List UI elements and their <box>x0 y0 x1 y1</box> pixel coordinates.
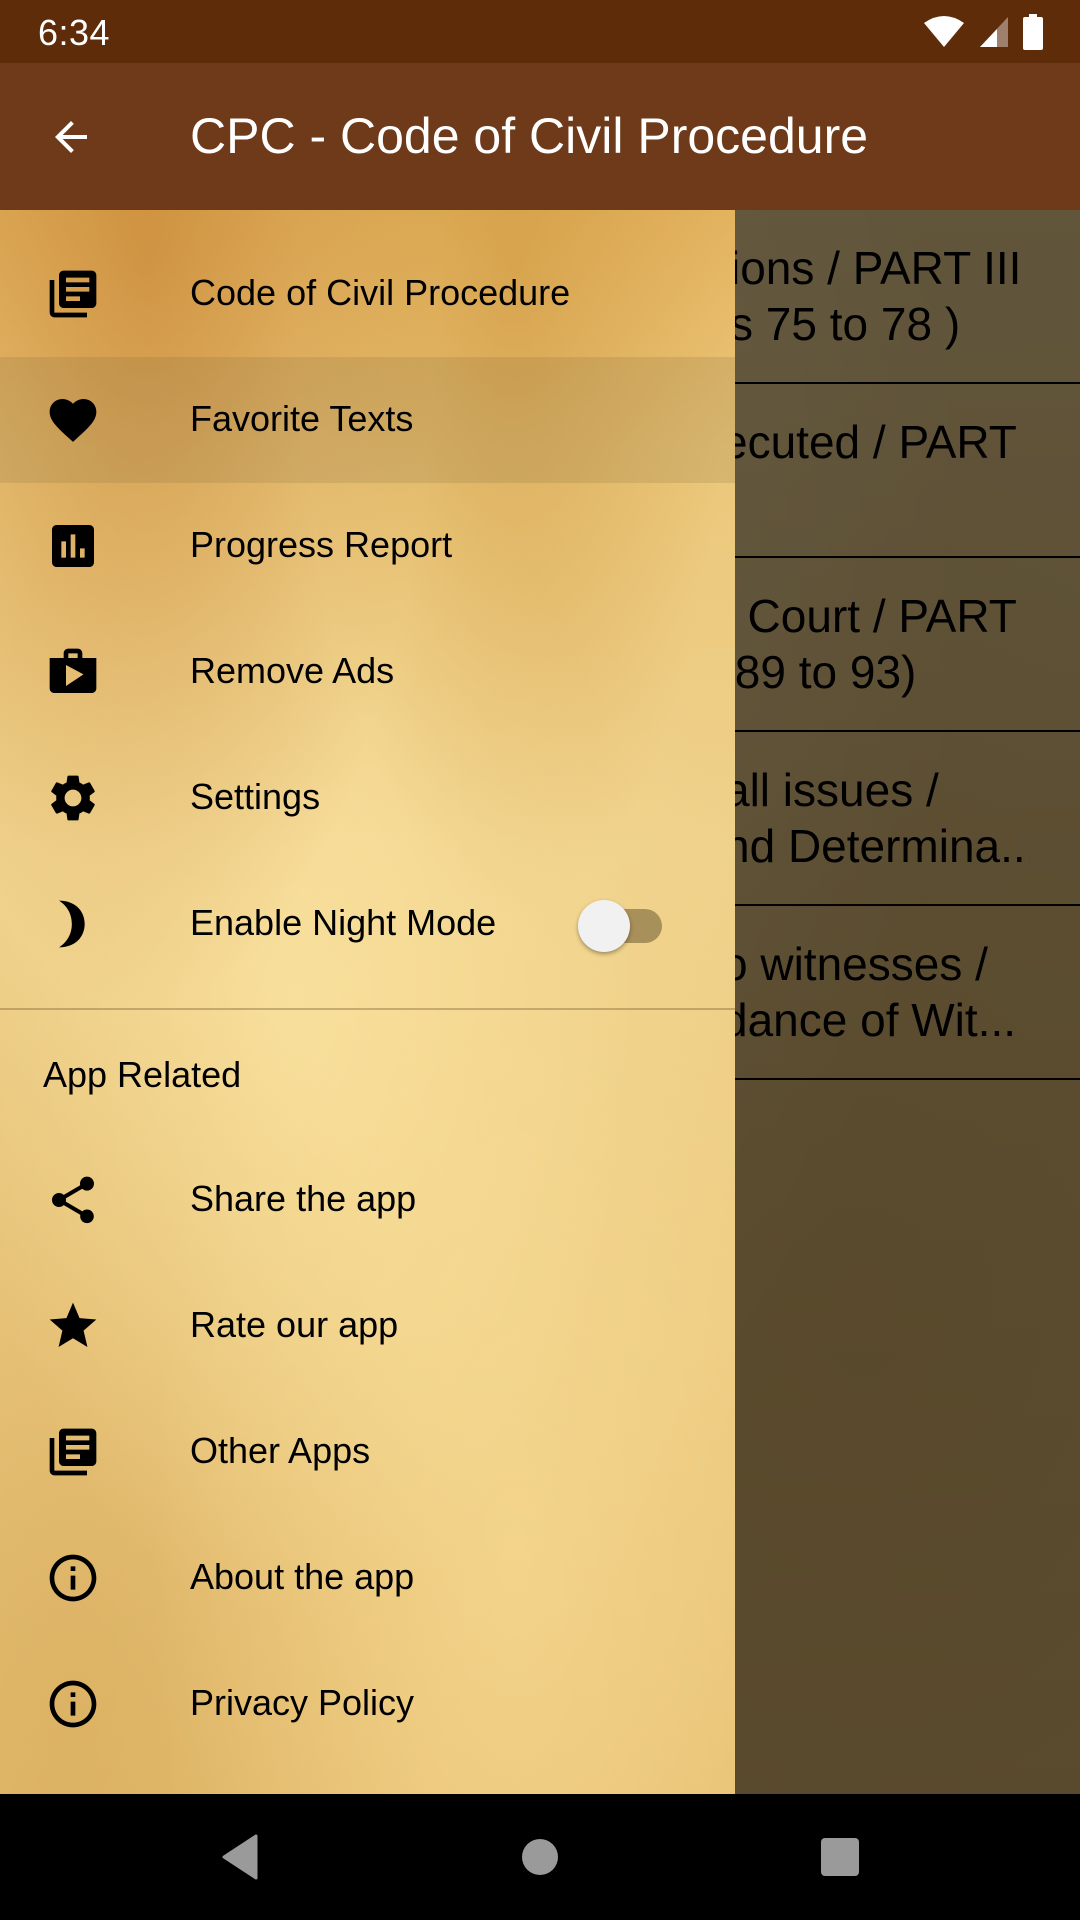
battery-icon <box>1023 14 1043 50</box>
bar-chart-icon <box>45 518 101 574</box>
status-time: 6:34 <box>38 12 111 53</box>
nav-back-button[interactable] <box>210 1827 270 1887</box>
status-icons <box>922 14 1044 50</box>
night-mode-toggle[interactable] <box>578 898 666 954</box>
arrow-back-icon <box>55 121 87 153</box>
back-button[interactable] <box>35 101 107 173</box>
back-triangle-icon <box>222 1834 258 1880</box>
nav-recents-button[interactable] <box>810 1827 870 1887</box>
drawer-item-label: Settings <box>190 776 321 817</box>
share-icon <box>45 1172 101 1228</box>
info-icon <box>45 1676 101 1732</box>
drawer-item-label: Privacy Policy <box>190 1682 415 1723</box>
library-books-icon <box>45 266 101 322</box>
cell-signal-icon <box>980 17 1008 47</box>
nav-home-button[interactable] <box>510 1827 570 1887</box>
star-icon <box>45 1298 101 1354</box>
drawer-item-other-apps[interactable]: Other Apps <box>0 1389 735 1515</box>
heart-icon <box>45 392 101 448</box>
drawer-item-label: About the app <box>190 1556 415 1597</box>
shop-icon <box>45 644 101 700</box>
app-title: CPC - Code of Civil Procedure <box>190 108 869 164</box>
gear-icon <box>45 770 101 826</box>
drawer-item-privacy-policy[interactable]: Privacy Policy <box>0 1641 735 1767</box>
drawer-item-code-of-civil-procedure[interactable]: Code of Civil Procedure <box>0 231 735 357</box>
library-books-icon <box>45 1424 101 1480</box>
drawer-item-label: Share the app <box>190 1178 417 1219</box>
home-circle-icon <box>522 1839 558 1875</box>
recents-square-icon <box>821 1838 859 1876</box>
drawer-item-label: Enable Night Mode <box>190 902 497 943</box>
drawer-item-progress-report[interactable]: Progress Report <box>0 483 735 609</box>
toggle-thumb <box>578 900 630 952</box>
drawer-item-rate-app[interactable]: Rate our app <box>0 1263 735 1389</box>
status-bar: 6:34 <box>0 0 1080 63</box>
drawer-item-settings[interactable]: Settings <box>0 735 735 861</box>
wifi-icon <box>924 16 964 47</box>
drawer-item-share-app[interactable]: Share the app <box>0 1137 735 1263</box>
drawer-item-label: Favorite Texts <box>190 398 414 439</box>
drawer-item-about-app[interactable]: About the app <box>0 1515 735 1641</box>
navigation-drawer: Code of Civil Procedure Favorite Texts P… <box>0 210 735 1794</box>
drawer-item-label: Code of Civil Procedure <box>190 272 571 313</box>
drawer-item-label: Progress Report <box>190 524 453 565</box>
drawer-divider <box>0 1008 735 1010</box>
drawer-item-label: Remove Ads <box>190 650 395 691</box>
drawer-item-favorite-texts[interactable]: Favorite Texts <box>0 357 735 483</box>
app-bar: CPC - Code of Civil Procedure <box>0 63 1080 210</box>
drawer-item-label: Other Apps <box>190 1430 371 1471</box>
info-icon <box>45 1550 101 1606</box>
moon-icon <box>45 896 101 952</box>
system-nav-bar <box>0 1794 1080 1920</box>
section-header-app-related: App Related <box>43 1054 242 1095</box>
drawer-item-label: Rate our app <box>190 1304 399 1345</box>
drawer-item-night-mode[interactable]: Enable Night Mode <box>0 861 735 987</box>
drawer-item-remove-ads[interactable]: Remove Ads <box>0 609 735 735</box>
